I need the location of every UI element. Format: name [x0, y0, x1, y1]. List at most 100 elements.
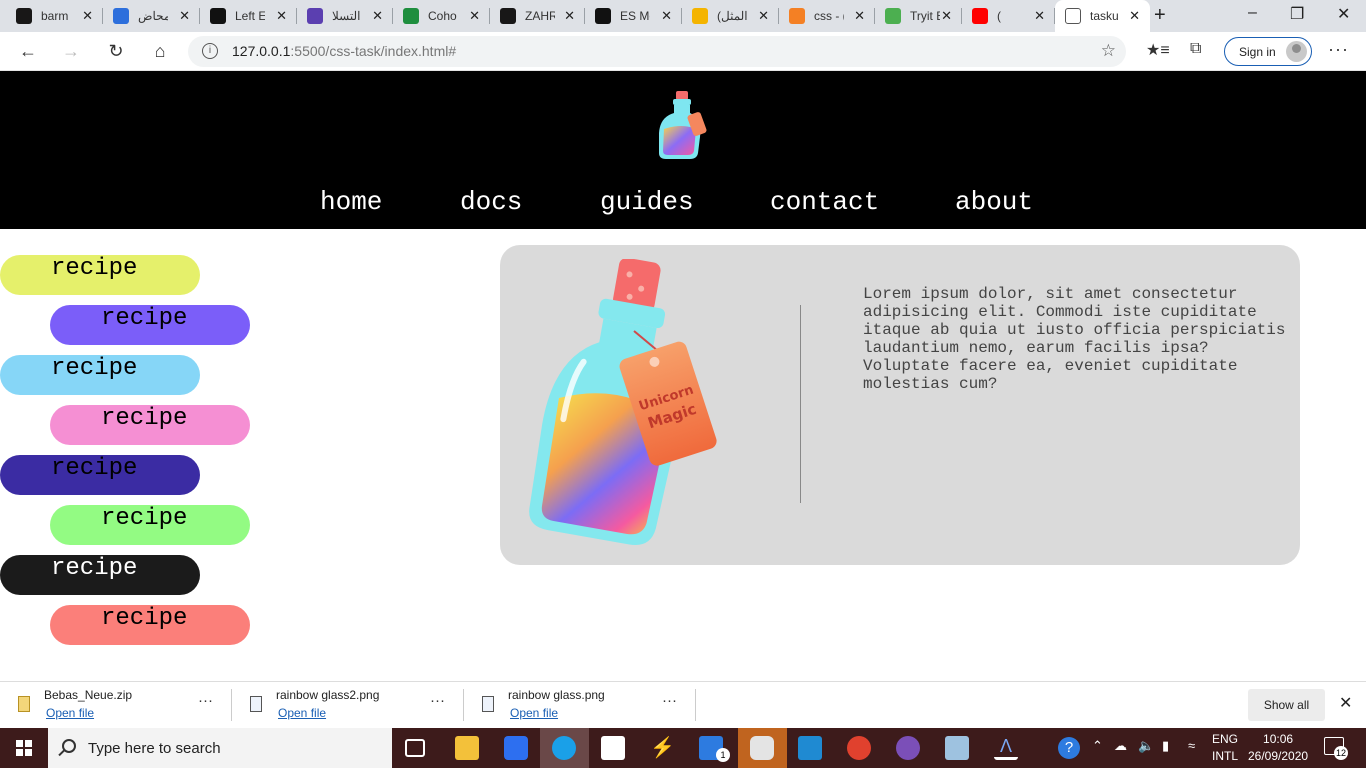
tab-1[interactable]: محاض ✕: [103, 0, 200, 32]
volume-icon[interactable]: 🔈: [1138, 738, 1154, 754]
download-filename: Bebas_Neue.zip: [44, 688, 133, 702]
close-window-button[interactable]: ✕: [1337, 4, 1350, 24]
close-downloads-icon[interactable]: ✕: [1339, 693, 1352, 713]
new-tab-button[interactable]: +: [1154, 4, 1166, 27]
tab-2[interactable]: Left E ✕: [200, 0, 297, 32]
open-file-link[interactable]: Open file: [510, 706, 558, 720]
tab-close-icon[interactable]: ✕: [854, 8, 865, 24]
tab-close-icon[interactable]: ✕: [661, 8, 672, 24]
tab-label: tasku: [1090, 9, 1119, 23]
avatar: [1286, 41, 1307, 62]
collections-icon[interactable]: ⧉: [1190, 40, 1201, 58]
search-icon: [62, 739, 76, 753]
downloads-bar: Bebas_Neue.zip Open file ··· rainbow glass2…: [0, 681, 1366, 728]
tab-9[interactable]: Tryit E✕: [875, 0, 962, 32]
url-text[interactable]: 127.0.0.1:5500/css-task/index.html#: [232, 43, 456, 59]
network-status-icon[interactable]: ☁: [1114, 738, 1127, 754]
download-item[interactable]: rainbow glass.png Open file ···: [464, 682, 696, 729]
recipe-button[interactable]: recipe: [50, 305, 250, 345]
sign-in-button[interactable]: Sign in: [1224, 37, 1312, 66]
chrome-icon[interactable]: [847, 736, 871, 760]
tab-0[interactable]: barm ✕: [6, 0, 103, 32]
tab-close-icon[interactable]: ✕: [941, 8, 952, 24]
store-icon[interactable]: [601, 736, 625, 760]
edge-icon[interactable]: [552, 736, 576, 760]
taskbar: Type here to search ⚡ 1 Λ ? ⌃ ☁ 🔈 ▮ ≈ EN…: [0, 728, 1366, 768]
clock[interactable]: 10:06 26/09/2020: [1248, 731, 1308, 765]
github-desktop-icon[interactable]: [896, 736, 920, 760]
tab-label: Left E: [235, 9, 265, 23]
more-menu-icon[interactable]: ···: [1328, 39, 1349, 60]
wifi-icon[interactable]: ≈: [1188, 738, 1195, 753]
azure-data-icon[interactable]: ⚡: [650, 736, 675, 760]
remote-app-icon[interactable]: [750, 736, 774, 760]
task-view-icon[interactable]: [405, 739, 425, 757]
show-all-button[interactable]: Show all: [1248, 689, 1325, 721]
tab-label: (المثل: [717, 9, 747, 23]
tab-5[interactable]: ZAHR ✕: [490, 0, 585, 32]
tab-close-icon[interactable]: ✕: [469, 8, 480, 24]
tab-close-icon[interactable]: ✕: [276, 8, 287, 24]
back-button[interactable]: ←: [16, 39, 40, 63]
dropbox-icon[interactable]: [504, 736, 528, 760]
tab-close-icon[interactable]: ✕: [82, 8, 93, 24]
download-more-icon[interactable]: ···: [198, 692, 213, 709]
image-file-icon: [250, 696, 262, 712]
download-item[interactable]: Bebas_Neue.zip Open file ···: [0, 682, 232, 729]
tab-close-icon[interactable]: ✕: [1034, 8, 1045, 24]
site-info-icon[interactable]: i: [202, 43, 218, 59]
tab-close-icon[interactable]: ✕: [564, 8, 575, 24]
tab-10[interactable]: (✕: [962, 0, 1055, 32]
open-file-link[interactable]: Open file: [278, 706, 326, 720]
nav-about[interactable]: about: [955, 187, 1033, 217]
tab-close-icon[interactable]: ✕: [372, 8, 383, 24]
recipe-button[interactable]: recipe: [0, 355, 200, 395]
maximize-button[interactable]: ❐: [1290, 4, 1304, 24]
tab-3[interactable]: التسلا ✕: [297, 0, 393, 32]
clock-time: 10:06: [1263, 732, 1294, 746]
tab-label: Tryit E: [910, 9, 940, 23]
tab-4[interactable]: Coho ✕: [393, 0, 490, 32]
recipe-button[interactable]: recipe: [0, 255, 200, 295]
nav-guides[interactable]: guides: [600, 187, 694, 217]
forward-button[interactable]: →: [59, 39, 83, 63]
battery-icon[interactable]: ▮: [1162, 738, 1169, 754]
url-box[interactable]: i 127.0.0.1:5500/css-task/index.html# ☆: [188, 36, 1126, 67]
home-button[interactable]: ⌂: [148, 39, 172, 63]
recipe-button[interactable]: recipe: [0, 555, 200, 595]
tab-close-icon[interactable]: ✕: [179, 8, 190, 24]
download-item[interactable]: rainbow glass2.png Open file ···: [232, 682, 464, 729]
tab-8[interactable]: css - (✕: [779, 0, 875, 32]
nav-docs[interactable]: docs: [460, 187, 522, 217]
recipe-button[interactable]: recipe: [50, 605, 250, 645]
tab-7[interactable]: (المثل ✕: [682, 0, 779, 32]
file-explorer-icon[interactable]: [455, 736, 479, 760]
tab-label: ES Mo: [620, 9, 650, 23]
recipe-button[interactable]: recipe: [0, 455, 200, 495]
open-file-link[interactable]: Open file: [46, 706, 94, 720]
app-icon[interactable]: [945, 736, 969, 760]
windows-start-icon[interactable]: [0, 728, 48, 768]
taskbar-search-input[interactable]: Type here to search: [48, 728, 392, 768]
tab-6[interactable]: ES Mo ✕: [585, 0, 682, 32]
language-indicator[interactable]: ENG INTL: [1212, 731, 1238, 765]
recipe-button[interactable]: recipe: [50, 505, 250, 545]
nav-home[interactable]: home: [320, 187, 382, 217]
tray-expand-icon[interactable]: ⌃: [1092, 738, 1103, 754]
tab-11[interactable]: tasku ✕: [1055, 0, 1150, 32]
refresh-button[interactable]: ↻: [104, 39, 128, 63]
download-more-icon[interactable]: ···: [662, 692, 677, 709]
favorite-star-icon[interactable]: ☆: [1101, 41, 1116, 61]
minimize-button[interactable]: –: [1248, 4, 1257, 22]
tab-close-icon[interactable]: ✕: [758, 8, 769, 24]
tab-close-icon[interactable]: ✕: [1129, 8, 1140, 24]
favorites-icon[interactable]: ★≡: [1146, 40, 1170, 60]
help-icon[interactable]: ?: [1058, 737, 1080, 759]
download-more-icon[interactable]: ···: [430, 692, 445, 709]
vscode-icon[interactable]: [798, 736, 822, 760]
tab-label: ZAHR: [525, 9, 555, 23]
recipe-button[interactable]: recipe: [50, 405, 250, 445]
nav-contact[interactable]: contact: [770, 187, 879, 217]
android-studio-icon[interactable]: Λ: [994, 736, 1018, 760]
clock-date: 26/09/2020: [1248, 749, 1309, 763]
